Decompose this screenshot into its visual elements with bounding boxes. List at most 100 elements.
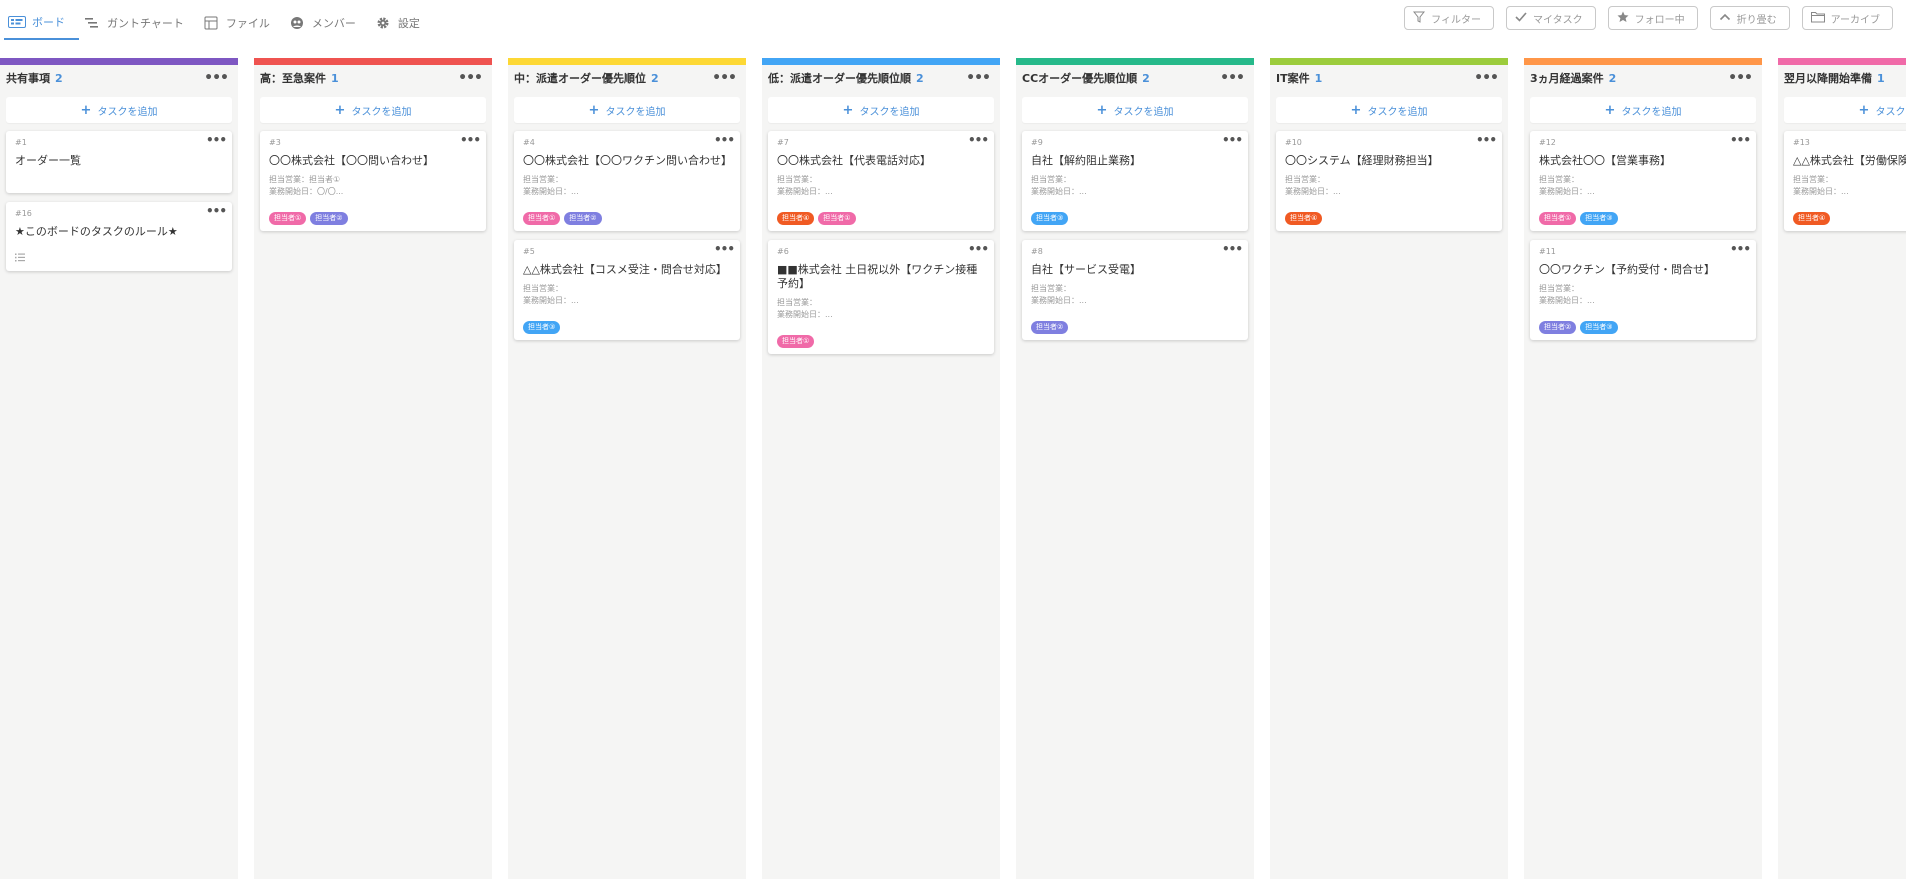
task-card[interactable]: ••• #1 オーダー一覧: [6, 131, 232, 193]
column-header: 翌月以降開始準備1•••: [1778, 65, 1906, 91]
card-detail-line: 担当営業：: [777, 298, 817, 307]
card-menu-icon[interactable]: •••: [1222, 133, 1243, 147]
card-menu-icon[interactable]: •••: [1730, 242, 1751, 256]
card-details: 担当営業： 業務開始日：...: [1285, 174, 1494, 198]
plus-icon: +: [1350, 102, 1362, 118]
tab-gantt[interactable]: ガントチャート: [79, 10, 198, 40]
plus-icon: +: [334, 102, 346, 118]
folder-icon: [1810, 11, 1825, 26]
card-detail-line: 業務開始日：...: [777, 310, 833, 319]
column-count: 2: [651, 71, 659, 85]
card-title: 〇〇ワクチン【予約受付・問合せ】: [1539, 263, 1715, 276]
card-detail-line: 担当営業：: [523, 284, 563, 293]
column-header: 高：至急案件 1 •••: [254, 65, 492, 91]
add-task-button[interactable]: + タスクを追加: [1276, 97, 1502, 123]
tab-label: メンバー: [311, 17, 356, 30]
members-icon: [288, 16, 306, 30]
card-detail-line: 担当営業：: [777, 175, 817, 184]
assignee-tag: 担当者④: [1793, 212, 1831, 225]
card-id: #9: [1031, 138, 1043, 147]
tab-members[interactable]: メンバー: [284, 10, 370, 40]
filter-button[interactable]: フィルター: [1404, 6, 1494, 30]
card-title: △△株式会社【コスメ受注・問合せ対応】: [523, 263, 727, 276]
card-tags: 担当者② 担当者③: [1539, 321, 1748, 334]
tab-file[interactable]: ファイル: [198, 10, 284, 40]
check-button[interactable]: マイタスク: [1505, 6, 1596, 30]
card-detail-line: 担当営業：: [1285, 175, 1325, 184]
column-title: CCオーダー優先順位順: [1022, 72, 1138, 85]
column-header: CCオーダー優先順位順 2 •••: [1016, 65, 1254, 91]
assignee-tag: 担当者①: [269, 212, 307, 225]
task-card[interactable]: •••#13△△株式会社【労働保険担当者】担当営業：業務開始日：...担当者④: [1784, 131, 1906, 231]
column-1: 高：至急案件 1 ••• + タスクを追加 ••• #3 〇〇株式会社【〇〇問い合わせ】 担当営…: [254, 58, 492, 879]
card-detail-line: 業務開始日：〇/〇...: [269, 187, 344, 196]
column-title: 中：派遣オーダー優先順位: [514, 72, 646, 85]
task-card[interactable]: ••• #11 〇〇ワクチン【予約受付・問合せ】 担当営業： 業務開始日：... 担当者②…: [1530, 240, 1756, 340]
plus-icon: +: [1858, 102, 1870, 118]
task-card[interactable]: ••• #6 ■■株式会社 土日祝以外【ワクチン接種予約】 担当営業： 業務開始日：..…: [768, 240, 994, 354]
task-card[interactable]: ••• #16 ★このボードのタスクのルール★: [6, 202, 232, 271]
column-menu-icon[interactable]: •••: [1474, 70, 1499, 86]
card-title: 〇〇システム【経理財務担当】: [1285, 154, 1439, 167]
task-card[interactable]: ••• #10 〇〇システム【経理財務担当】 担当営業： 業務開始日：... 担当者④: [1276, 131, 1502, 231]
card-menu-icon[interactable]: •••: [206, 133, 227, 147]
card-tags: 担当者②: [1031, 321, 1240, 334]
folder-button[interactable]: アーカイブ: [1801, 6, 1893, 30]
card-tags: 担当者①: [777, 335, 986, 348]
plus-icon: +: [588, 102, 600, 118]
card-menu-icon[interactable]: •••: [1730, 133, 1751, 147]
card-menu-icon[interactable]: •••: [968, 242, 989, 256]
check-icon: [1515, 11, 1527, 26]
card-title: オーダー一覧: [15, 154, 81, 167]
add-task-label: タスクを追加: [1875, 106, 1906, 118]
column-menu-icon[interactable]: •••: [966, 70, 991, 86]
card-tags: 担当者① 担当者②: [523, 212, 732, 225]
add-task-button[interactable]: + タスクを追加: [6, 97, 232, 123]
task-card[interactable]: ••• #3 〇〇株式会社【〇〇問い合わせ】 担当営業：担当者① 業務開始日：〇/〇..…: [260, 131, 486, 231]
add-task-button[interactable]: + タスクを追加: [260, 97, 486, 123]
task-card[interactable]: ••• #5 △△株式会社【コスメ受注・問合せ対応】 担当営業： 業務開始日：... 担当…: [514, 240, 740, 340]
card-menu-icon[interactable]: •••: [460, 133, 481, 147]
card-menu-icon[interactable]: •••: [206, 204, 227, 218]
column-menu-icon[interactable]: •••: [1728, 70, 1753, 86]
assignee-tag: 担当者②: [1031, 321, 1069, 334]
task-card[interactable]: ••• #8 自社【サービス受電】 担当営業： 業務開始日：... 担当者②: [1022, 240, 1248, 340]
column-menu-icon[interactable]: •••: [712, 70, 737, 86]
task-card[interactable]: ••• #9 自社【解約阻止業務】 担当営業： 業務開始日：... 担当者③: [1022, 131, 1248, 231]
column-header: 3ヵ月経過案件 2 •••: [1524, 65, 1762, 91]
column-menu-icon[interactable]: •••: [204, 70, 229, 86]
task-card[interactable]: ••• #7 〇〇株式会社【代表電話対応】 担当営業： 業務開始日：... 担当者④ 担当者…: [768, 131, 994, 231]
gear-icon: [374, 16, 392, 30]
card-menu-icon[interactable]: •••: [1476, 133, 1497, 147]
column-menu-icon[interactable]: •••: [1220, 70, 1245, 86]
card-menu-icon[interactable]: •••: [1222, 242, 1243, 256]
top-bar: ボード ガントチャート ファイル メンバー 設定 フィルター マイタスク フォロー中 折り畳む…: [0, 0, 1915, 40]
assignee-tag: 担当者③: [1031, 212, 1069, 225]
kanban-board: 共有事項 2 ••• + タスクを追加 ••• #1 オーダー一覧 ••• #16 ★このボードのタ…: [0, 58, 1906, 879]
card-menu-icon[interactable]: •••: [714, 133, 735, 147]
add-task-label: タスクを追加: [1113, 106, 1174, 118]
assignee-tag: 担当者①: [523, 212, 561, 225]
card-menu-icon[interactable]: •••: [968, 133, 989, 147]
add-task-button[interactable]: + タスクを追加: [1784, 97, 1906, 123]
card-title: 自社【サービス受電】: [1031, 263, 1141, 276]
add-task-button[interactable]: + タスクを追加: [768, 97, 994, 123]
collapse-button[interactable]: 折り畳む: [1709, 6, 1790, 30]
column-0: 共有事項 2 ••• + タスクを追加 ••• #1 オーダー一覧 ••• #16 ★このボードのタ…: [0, 58, 238, 879]
add-task-button[interactable]: + タスクを追加: [514, 97, 740, 123]
card-menu-icon[interactable]: •••: [714, 242, 735, 256]
add-task-button[interactable]: + タスクを追加: [1530, 97, 1756, 123]
task-card[interactable]: ••• #12 株式会社〇〇【営業事務】 担当営業： 業務開始日：... 担当者① 担当者③: [1530, 131, 1756, 231]
tab-gear[interactable]: 設定: [370, 10, 434, 40]
column-menu-icon[interactable]: •••: [458, 70, 483, 86]
column-count: 1: [331, 71, 339, 85]
card-details: 担当営業： 業務開始日：...: [523, 283, 732, 307]
file-icon: [202, 16, 220, 30]
card-title: △△株式会社【労働保険担当者】: [1793, 154, 1906, 167]
tab-board[interactable]: ボード: [4, 10, 79, 40]
add-task-button[interactable]: + タスクを追加: [1022, 97, 1248, 123]
column-header: 共有事項 2 •••: [0, 65, 238, 91]
card-title: ★このボードのタスクのルール★: [15, 225, 178, 238]
star-button[interactable]: フォロー中: [1607, 6, 1698, 30]
task-card[interactable]: ••• #4 〇〇株式会社【〇〇ワクチン問い合わせ】 担当営業： 業務開始日：... 担当…: [514, 131, 740, 231]
